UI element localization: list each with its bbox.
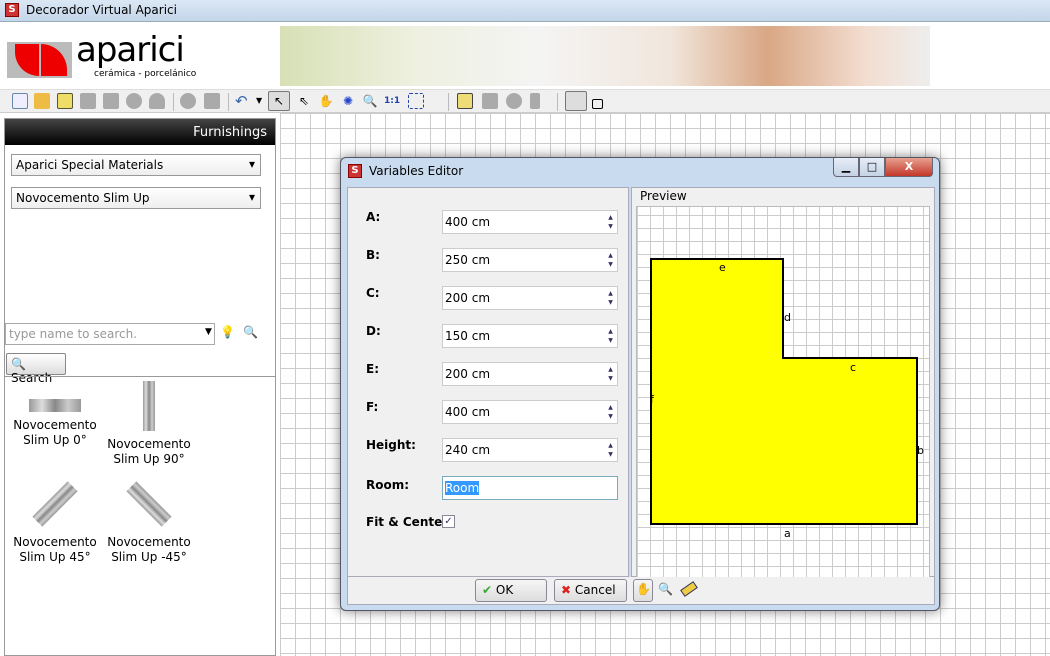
new-icon[interactable] — [12, 93, 28, 109]
undo-icon[interactable]: ↶ — [235, 93, 251, 109]
drop-icon[interactable] — [506, 93, 522, 109]
title-bar: S Decorador Virtual Aparici — [0, 0, 1050, 22]
save-icon[interactable] — [57, 93, 73, 109]
ruler-icon[interactable] — [680, 581, 698, 597]
field-label: Height: — [366, 438, 416, 452]
field-label: A: — [366, 210, 381, 224]
list-item[interactable]: Novocemento Slim Up -45° — [99, 479, 199, 565]
wall-draw-icon[interactable] — [565, 91, 587, 111]
room-draw-icon[interactable] — [592, 99, 603, 109]
logo-brand: aparici — [76, 30, 185, 70]
search-button[interactable]: 🔍Search — [6, 353, 66, 385]
hand-icon[interactable]: ✋ — [318, 93, 334, 109]
a-field[interactable]: 400 cm ▲ ▼ — [442, 210, 618, 234]
disabled-icon[interactable] — [126, 93, 142, 109]
furnishings-panel: Furnishings Aparici Special Materials No… — [4, 118, 276, 656]
collection-select[interactable]: Novocemento Slim Up — [11, 187, 261, 209]
search-icon: 🔍 — [11, 357, 26, 371]
spinner-icon[interactable]: ▲ ▼ — [606, 365, 615, 383]
disabled-icon[interactable] — [103, 93, 119, 109]
edge-label-e: e — [719, 261, 726, 274]
dialog-title: Variables Editor — [369, 164, 464, 178]
magnifier-icon[interactable]: 🔍 — [243, 325, 258, 339]
field-label: F: — [366, 400, 379, 414]
zoom-icon[interactable]: 🔍 — [362, 93, 378, 109]
page-icon[interactable] — [204, 93, 220, 109]
preview-canvas[interactable]: e d c f b a — [636, 206, 930, 578]
edge-label-b: b — [917, 444, 924, 457]
disabled-icon[interactable] — [80, 93, 96, 109]
maximize-button[interactable]: □ — [859, 158, 885, 177]
f-field[interactable]: 400 cm ▲ ▼ — [442, 400, 618, 424]
zoom-1-1-icon[interactable]: 1:1 — [384, 93, 400, 109]
category-select[interactable]: Aparici Special Materials — [11, 154, 261, 176]
search-dropdown-icon[interactable]: ▼ — [205, 327, 212, 337]
spinner-icon[interactable]: ▲ ▼ — [606, 213, 615, 231]
undo-dropdown-icon[interactable]: ▼ — [256, 93, 264, 109]
preview-label: Preview — [640, 189, 687, 203]
field-label: E: — [366, 362, 379, 376]
d-field[interactable]: 150 cm ▲ ▼ — [442, 324, 618, 348]
c-field[interactable]: 200 cm ▲ ▼ — [442, 286, 618, 310]
room-label: Room: — [366, 478, 410, 492]
window-title: Decorador Virtual Aparici — [26, 3, 177, 17]
list-item[interactable]: Novocemento Slim Up 90° — [99, 381, 199, 467]
rotate-icon[interactable]: ✺ — [340, 93, 356, 109]
3d-icon[interactable] — [180, 93, 196, 109]
b-field[interactable]: 250 cm ▲ ▼ — [442, 248, 618, 272]
panel-header: Furnishings — [5, 119, 275, 145]
spinner-icon[interactable]: ▲ ▼ — [606, 327, 615, 345]
list-item[interactable]: Novocemento Slim Up 0° — [5, 399, 105, 448]
x-icon: ✖ — [561, 583, 572, 597]
ok-button[interactable]: ✔ OK — [475, 579, 547, 602]
minimize-button[interactable]: ▁ — [833, 158, 859, 177]
figure-icon[interactable] — [530, 93, 540, 109]
select-icon[interactable]: ↖ — [268, 91, 290, 111]
search-input[interactable]: type name to search. — [5, 323, 215, 345]
edge-label-c: c — [850, 361, 856, 374]
zoom-tool-icon[interactable]: 🔍 — [658, 582, 673, 596]
spinner-icon[interactable]: ▲ ▼ — [606, 251, 615, 269]
fit-center-label: Fit & Center: — [366, 515, 453, 529]
cancel-button[interactable]: ✖ Cancel — [554, 579, 627, 602]
close-button[interactable]: X — [885, 158, 933, 177]
multi-select-icon[interactable]: ⇖ — [296, 93, 312, 109]
edge-label-a: a — [784, 527, 791, 540]
fit-icon[interactable] — [408, 93, 424, 109]
logo-tagline: cerámica - porcelánico — [94, 69, 197, 79]
room-shape — [650, 258, 918, 525]
spinner-icon[interactable]: ▲ ▼ — [606, 403, 615, 421]
lightbulb-icon[interactable]: 💡 — [220, 325, 235, 339]
spinner-icon[interactable]: ▲ ▼ — [606, 289, 615, 307]
app-house-icon: S — [5, 3, 19, 17]
field-label: B: — [366, 248, 380, 262]
list-item[interactable]: Novocemento Slim Up 45° — [5, 479, 105, 565]
shape-icon[interactable] — [482, 93, 498, 109]
field-label: C: — [366, 286, 380, 300]
check-icon: ✔ — [482, 583, 493, 597]
e-field[interactable]: 200 cm ▲ ▼ — [442, 362, 618, 386]
spinner-icon[interactable]: ▲ ▼ — [606, 441, 615, 459]
pencil-icon[interactable] — [457, 93, 473, 109]
app-house-icon: S — [348, 164, 362, 178]
button-bar: ✔ OK ✖ Cancel ✋ 🔍 — [347, 577, 935, 605]
room-field[interactable]: Room — [442, 476, 618, 500]
open-icon[interactable] — [34, 93, 50, 109]
variables-editor-dialog: S Variables Editor ▁ □ X A: 400 cm ▲ ▼ B: … — [340, 157, 940, 611]
height-field[interactable]: 240 cm ▲ ▼ — [442, 438, 618, 462]
variables-form: A: 400 cm ▲ ▼ B: 250 cm ▲ ▼ C: 200 cm ▲ ▼ D: 1… — [347, 187, 629, 577]
field-label: D: — [366, 324, 381, 338]
pan-tool-button[interactable]: ✋ — [633, 579, 653, 602]
toolbar: ↶ ▼ ↖ ⇖ ✋ ✺ 🔍 1:1 — [0, 89, 1050, 113]
edge-label-d: d — [784, 311, 791, 324]
lock-icon[interactable] — [149, 93, 165, 109]
preview-panel: Preview e d c f b a — [631, 187, 935, 578]
banner-photo — [280, 26, 930, 86]
fit-center-checkbox[interactable]: ✓ — [442, 515, 455, 528]
logo-mark — [7, 42, 72, 78]
